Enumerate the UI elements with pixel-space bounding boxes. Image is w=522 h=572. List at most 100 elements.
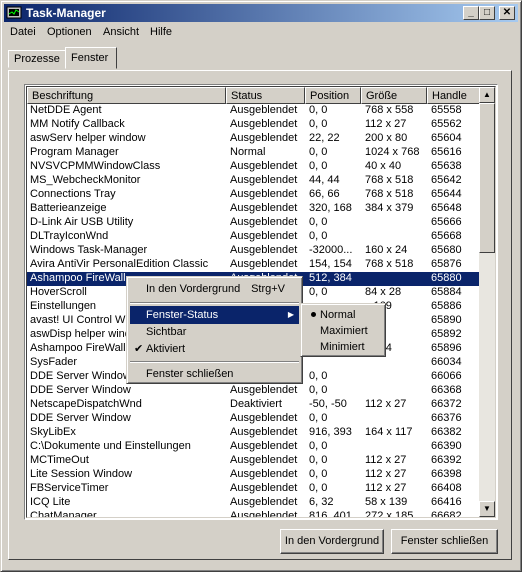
table-cell: DLTrayIconWnd [30,230,109,242]
table-cell: 65884 [431,286,462,298]
maximize-button[interactable]: □ [479,6,495,20]
table-cell: Avira AntiVir PersonalEdition Classic [30,258,209,270]
table-cell: Ausgeblendet [230,174,298,186]
table-cell: 66382 [431,426,462,438]
table-cell: Ausgeblendet [230,482,298,494]
table-cell: Program Manager [30,146,119,158]
scroll-up-button[interactable]: ▲ [479,87,495,103]
tab-fenster[interactable]: Fenster [65,47,117,69]
table-cell: Ausgeblendet [230,440,298,452]
table-cell: Windows Task-Manager [30,244,148,256]
table-cell: 65680 [431,244,462,256]
table-cell: 66, 66 [309,188,340,200]
menu-datei[interactable]: Datei [10,26,36,38]
table-cell: Ausgeblendet [230,258,298,270]
menu-visible-label: Sichtbar [146,326,187,338]
column-status[interactable]: Status [226,87,305,104]
table-cell: 66034 [431,356,462,368]
table-cell: 816, 401 [309,510,352,518]
menu-bring-to-front-label: In den Vordergrund [146,283,241,295]
minimize-button[interactable]: _ [463,6,479,20]
column-handle[interactable]: Handle [427,87,482,104]
table-cell: MCTimeOut [30,454,89,466]
vertical-scrollbar[interactable]: ▲ ▼ [479,87,495,517]
table-row[interactable]: DDE Server Window Ausgeblendet 0, 0 66368 [27,384,482,398]
table-row[interactable]: Connections Tray Ausgeblendet 66, 66 768 x … [27,188,482,202]
table-row[interactable]: Batterieanzeige Ausgeblendet 320, 168 384 x… [27,202,482,216]
close-button[interactable]: ✕ [499,6,515,20]
tab-prozesse[interactable]: Prozesse [8,50,66,68]
menu-hilfe[interactable]: Hilfe [150,26,172,38]
table-cell: SkyLibEx [30,426,76,438]
table-cell: 40 x 40 [365,160,402,172]
scroll-thumb[interactable] [479,103,495,253]
column-beschriftung[interactable]: Beschriftung [27,87,226,104]
table-cell: Batterieanzeige [30,202,107,214]
table-cell: 112 x 27 [365,118,407,130]
table-row[interactable]: Windows Task-Manager Ausgeblendet -32000..… [27,244,482,258]
table-row[interactable]: NetDDE Agent Ausgeblendet 0, 0 768 x 558 655… [27,104,482,118]
table-row[interactable]: DDE Server Window Ausgeblendet 0, 0 66376 [27,412,482,426]
table-cell: 65638 [431,160,462,172]
table-row[interactable]: MM Notify Callback Ausgeblendet 0, 0 112 x … [27,118,482,132]
table-cell: Ausgeblendet [230,454,298,466]
column-groesse[interactable]: Größe [361,87,427,104]
table-cell: aswServ helper window [30,132,146,144]
table-row[interactable]: ChatManager Ausgeblendet 816, 401 272 x 185… [27,510,482,518]
menu-close-window[interactable]: Fenster schließen [130,365,299,383]
table-row[interactable]: NetscapeDispatchWnd Deaktiviert -50, -50 11… [27,398,482,412]
menu-bring-to-front-shortcut: Strg+V [251,283,285,295]
table-cell: 768 x 518 [365,174,414,186]
table-row[interactable]: Lite Session Window Ausgeblendet 0, 0 112 x… [27,468,482,482]
table-cell: 66372 [431,398,462,410]
table-cell: 66368 [431,384,462,396]
table-row[interactable]: C:\Dokumente und Einstellungen Ausgeblend… [27,440,482,454]
menu-visible[interactable]: Sichtbar [130,323,299,341]
menu-window-status-label: Fenster-Status [146,309,219,321]
table-row[interactable]: ICQ Lite Ausgeblendet 6, 32 58 x 139 66416 [27,496,482,510]
menu-window-status[interactable]: Fenster-Status ▶ [130,306,299,324]
menu-ansicht[interactable]: Ansicht [103,26,139,38]
bring-to-front-button[interactable]: In den Vordergrund [280,529,384,554]
menu-optionen[interactable]: Optionen [47,26,92,38]
close-window-button[interactable]: Fenster schließen [391,529,498,554]
table-row[interactable]: FBServiceTimer Ausgeblendet 0, 0 112 x 27 66… [27,482,482,496]
menu-separator [130,361,299,363]
scroll-down-button[interactable]: ▼ [479,501,495,517]
table-row[interactable]: D-Link Air USB Utility Ausgeblendet 0, 0 65… [27,216,482,230]
table-cell: 0, 0 [309,160,328,172]
table-cell: NetscapeDispatchWnd [30,398,142,410]
table-row[interactable]: aswServ helper window Ausgeblendet 22, 22 2… [27,132,482,146]
column-position[interactable]: Position [305,87,361,104]
table-cell: 384 x 379 [365,202,414,214]
table-row[interactable]: NVSVCPMMWindowClass Ausgeblendet 0, 0 40 x … [27,160,482,174]
menu-bring-to-front[interactable]: In den Vordergrund Strg+V [130,280,299,298]
table-cell: 65558 [431,104,462,116]
table-cell: ICQ Lite [30,496,71,508]
table-cell: Ausgeblendet [230,510,298,518]
table-row[interactable]: DLTrayIconWnd Ausgeblendet 0, 0 65668 [27,230,482,244]
submenu-arrow-icon: ▶ [287,310,294,319]
table-cell: 65890 [431,314,462,326]
table-cell: DDE Server Window [30,384,131,396]
table-cell: 0, 0 [309,440,328,452]
table-cell: 112 x 27 [365,398,407,410]
table-cell: 66066 [431,370,462,382]
table-cell: 66398 [431,468,462,480]
table-row[interactable]: SkyLibEx Ausgeblendet 916, 393 164 x 117 663… [27,426,482,440]
table-row[interactable]: Program Manager Normal 0, 0 1024 x 768 65616 [27,146,482,160]
table-cell: 0, 0 [309,286,328,298]
table-row[interactable]: MCTimeOut Ausgeblendet 0, 0 112 x 27 66392 [27,454,482,468]
table-cell: 320, 168 [309,202,352,214]
table-row[interactable]: MS_WebcheckMonitor Ausgeblendet 44, 44 768 … [27,174,482,188]
menu-active-label: Aktiviert [146,343,186,355]
table-cell: Ausgeblendet [230,118,298,130]
table-cell: 65668 [431,230,462,242]
table-row[interactable]: Avira AntiVir PersonalEdition Classic Aus… [27,258,482,272]
table-cell: 66416 [431,496,462,508]
title-bar[interactable]: Task-Manager _ □ ✕ [4,4,518,22]
table-cell: 65876 [431,258,462,270]
table-cell: 65892 [431,328,462,340]
submenu-minimized[interactable]: Minimiert [304,338,382,356]
menu-active[interactable]: ✔ Aktiviert [130,340,299,358]
